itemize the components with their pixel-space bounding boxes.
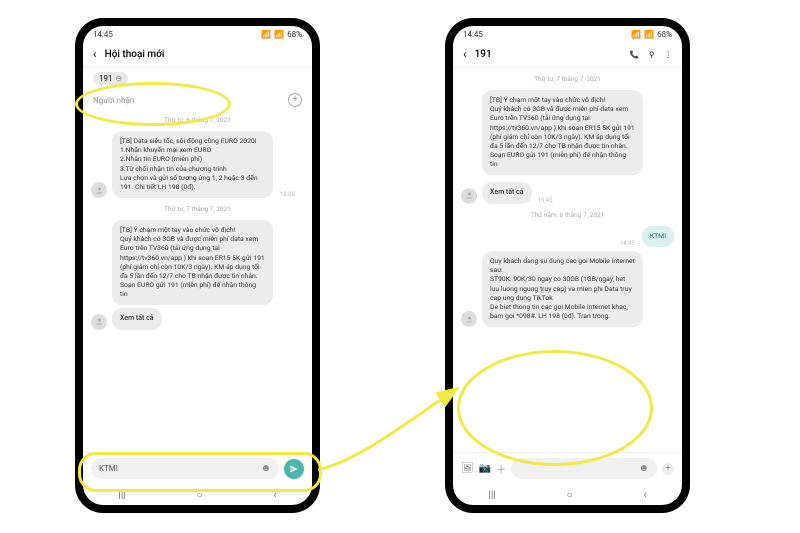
header-actions: 📞 ⚲ ⋮: [630, 50, 672, 59]
home-button[interactable]: ○: [567, 490, 573, 501]
plus-icon[interactable]: ＋: [496, 461, 506, 476]
back-button[interactable]: ‹: [274, 490, 277, 501]
message-bubble[interactable]: [TB] Data siêu tốc, sôi động cùng EURO 2…: [112, 131, 273, 198]
search-icon[interactable]: ⚲: [649, 50, 655, 59]
header-title: Hội thoại mới: [105, 49, 302, 60]
send-button[interactable]: [284, 459, 304, 479]
wifi-icon: 📶: [631, 30, 641, 39]
composer: 🖼 📷 ＋ ☻ +: [453, 452, 682, 484]
status-icons: 📶 📶 68%: [631, 30, 672, 39]
message-bubble[interactable]: Quy khach dang su dung cac goi Mobile In…: [482, 251, 643, 327]
battery-label: 68%: [287, 30, 302, 39]
back-button[interactable]: ‹: [644, 490, 647, 501]
see-all-button[interactable]: Xem tất cả: [112, 308, 162, 329]
home-button[interactable]: ○: [197, 490, 203, 501]
message-input[interactable]: ☻: [511, 458, 657, 479]
status-time: 14:45: [463, 30, 483, 39]
back-icon[interactable]: ‹: [93, 47, 97, 61]
sender-avatar: [91, 182, 107, 198]
battery-label: 68%: [657, 30, 672, 39]
messages-list[interactable]: Thứ tư, 7 tháng 7, 2021 [TB] Ý chạm một …: [453, 68, 682, 452]
recipient-chip[interactable]: 191 ⊖: [93, 72, 128, 85]
message-row-outgoing: 14:45 KTMI: [461, 226, 674, 247]
emoji-icon[interactable]: ☻: [260, 463, 271, 474]
sender-avatar: [461, 311, 477, 327]
message-bubble[interactable]: [TB] Ý chạm một tay vào chức vô địch! Qu…: [112, 220, 273, 305]
screen-right: 14:45 📶 📶 68% ‹ 191 📞 ⚲ ⋮ Thứ tư, 7 thán…: [453, 26, 682, 505]
message-time: 14:45: [620, 240, 635, 247]
date-separator: Thứ năm, 8 tháng 7, 2021: [461, 211, 674, 219]
back-icon[interactable]: ‹: [463, 47, 467, 61]
status-bar: 14:45 📶 📶 68%: [83, 26, 312, 41]
status-time: 14:45: [93, 30, 113, 39]
emoji-icon[interactable]: ☻: [638, 463, 649, 474]
message-row: [TB] Data siêu tốc, sôi động cùng EURO 2…: [91, 131, 304, 198]
expand-button[interactable]: +: [662, 463, 674, 475]
conversation-header: ‹ Hội thoại mới: [83, 41, 312, 68]
wifi-icon: 📶: [261, 30, 271, 39]
status-bar: 14:45 📶 📶 68%: [453, 26, 682, 41]
message-time: 15:45: [538, 197, 553, 204]
recents-button[interactable]: |||: [118, 490, 125, 501]
date-separator: Thứ tư, 6 tháng 7, 2021: [91, 116, 304, 124]
date-separator: Thứ tư, 7 tháng 7, 2021: [91, 205, 304, 213]
camera-icon[interactable]: 📷: [479, 463, 491, 474]
conversation-header: ‹ 191 📞 ⚲ ⋮: [453, 41, 682, 68]
phone-left: 14:45 📶 📶 68% ‹ Hội thoại mới 191 ⊖ Ngườ…: [75, 18, 320, 513]
message-row: [TB] Ý chạm một tay vào chức vô địch! Qu…: [91, 220, 304, 330]
recipient-label: Người nhận: [93, 96, 134, 105]
recipient-label-row: Người nhận +: [83, 89, 312, 109]
message-row: [TB] Ý chạm một tay vào chức vô địch! Qu…: [461, 90, 674, 204]
sender-avatar: [91, 314, 107, 330]
android-navbar: ||| ○ ‹: [83, 484, 312, 505]
composer: KTMI ☻: [83, 452, 312, 484]
screen-left: 14:45 📶 📶 68% ‹ Hội thoại mới 191 ⊖ Ngườ…: [83, 26, 312, 505]
outgoing-bubble[interactable]: KTMI: [642, 226, 674, 247]
input-value: KTMI: [99, 464, 118, 473]
signal-icon: 📶: [274, 30, 284, 39]
messages-list[interactable]: Thứ tư, 6 tháng 7, 2021 [TB] Data siêu t…: [83, 109, 312, 452]
message-input[interactable]: KTMI ☻: [91, 458, 279, 479]
status-icons: 📶 📶 68%: [261, 30, 302, 39]
chip-text: 191: [99, 74, 113, 83]
signal-icon: 📶: [644, 30, 654, 39]
message-bubble-group: [TB] Ý chạm một tay vào chức vô địch! Qu…: [482, 90, 643, 204]
message-bubble[interactable]: [TB] Ý chạm một tay vào chức vô địch! Qu…: [482, 90, 643, 175]
date-separator: Thứ tư, 7 tháng 7, 2021: [461, 75, 674, 83]
android-navbar: ||| ○ ‹: [453, 484, 682, 505]
see-all-button[interactable]: Xem tất cả: [482, 182, 532, 203]
add-recipient-button[interactable]: +: [288, 93, 302, 107]
recipient-row: 191 ⊖: [83, 68, 312, 89]
message-row: Quy khach dang su dung cac goi Mobile In…: [461, 251, 674, 327]
message-bubble-group: [TB] Ý chạm một tay vào chức vô địch! Qu…: [112, 220, 273, 330]
phone-right: 14:45 📶 📶 68% ‹ 191 📞 ⚲ ⋮ Thứ tư, 7 thán…: [445, 18, 690, 513]
header-title: 191: [475, 49, 622, 60]
sender-avatar: [461, 188, 477, 204]
call-icon[interactable]: 📞: [630, 50, 639, 59]
recents-button[interactable]: |||: [488, 490, 495, 501]
chip-remove-icon[interactable]: ⊖: [116, 74, 123, 83]
menu-icon[interactable]: ⋮: [665, 50, 673, 59]
gallery-icon[interactable]: 🖼: [461, 463, 474, 474]
message-time: 18:08: [280, 191, 295, 198]
